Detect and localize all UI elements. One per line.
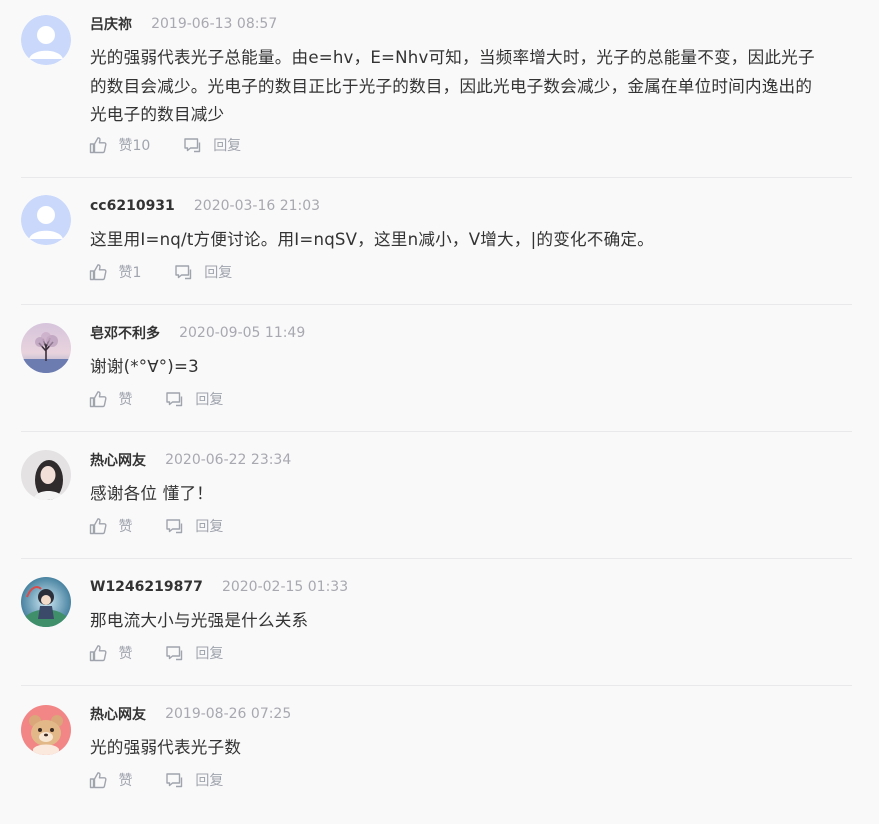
divider: [21, 304, 852, 305]
comment-bubble-icon: [166, 392, 183, 407]
comment-bubble-icon: [184, 138, 200, 153]
like-label: 赞10: [118, 138, 151, 154]
like-label: 赞: [118, 646, 133, 662]
divider: [21, 177, 852, 178]
comment-timestamp: 2019-06-13 08:57: [151, 15, 278, 32]
reply-button[interactable]: 回复: [165, 516, 223, 536]
like-button[interactable]: 赞: [89, 389, 132, 409]
comment-timestamp: 2020-09-05 11:49: [179, 324, 306, 341]
reply-button[interactable]: 回复: [165, 770, 223, 790]
comment-text-line: 这里用I=nq/t方便讨论。用I=nqSV，这里n减小，V增大，|的变化不确定。: [90, 230, 654, 249]
comment-bubble-icon: [166, 519, 183, 534]
comment-text-line: 光电子的数目减少: [90, 105, 225, 124]
reply-label: 回复: [195, 519, 224, 535]
comment-bubble-icon: [166, 646, 183, 661]
username[interactable]: W1246219877: [90, 579, 203, 595]
reply-label: 回复: [213, 138, 242, 154]
comment-text-line: 感谢各位 懂了！: [90, 484, 214, 503]
like-button[interactable]: 赞: [89, 770, 132, 790]
like-button[interactable]: 赞: [89, 643, 132, 663]
comment-text-line: 的数目会减少。光电子的数目正比于光子的数目，因此光电子数会减少，金属在单位时间内…: [90, 76, 813, 96]
thumbs-up-icon: [89, 391, 107, 408]
comment-text: 感谢各位 懂了！: [90, 480, 856, 509]
like-label: 赞1: [118, 265, 142, 281]
reply-button[interactable]: 回复: [174, 262, 232, 282]
reply-label: 回复: [195, 773, 224, 789]
thumbs-up-icon: [89, 645, 107, 662]
reply-button[interactable]: 回复: [165, 643, 223, 663]
divider: [21, 431, 852, 432]
tree-photo-avatar[interactable]: [21, 323, 71, 373]
comment-list: 吕庆祢 2019-06-13 08:57 光的强弱代表光子总能量。由e=hv，E…: [0, 0, 879, 824]
comment-timestamp: 2020-02-15 01:33: [221, 578, 349, 595]
comment-text: 那电流大小与光强是什么关系: [90, 607, 856, 636]
default-avatar-icon[interactable]: [21, 195, 71, 245]
reply-label: 回复: [195, 392, 224, 408]
comment-text: 光的强弱代表光子数: [90, 734, 856, 763]
comment-timestamp: 2020-06-22 23:34: [165, 451, 292, 468]
like-label: 赞: [118, 392, 133, 408]
comment-bubble-icon: [166, 773, 183, 788]
comment-timestamp: 2020-03-16 21:03: [193, 197, 321, 214]
comment-text-line: 谢谢(*°∀°)=3: [90, 357, 199, 376]
username[interactable]: 热心网友: [90, 704, 146, 724]
username[interactable]: 皂邓不利多: [90, 323, 160, 343]
comment-text-line: 光的强弱代表光子总能量。由e=hv，E=Nhv可知，当频率增大时，光子的总能量不…: [90, 48, 815, 67]
like-label: 赞: [118, 519, 133, 535]
comment-text: 光的强弱代表光子总能量。由e=hv，E=Nhv可知，当频率增大时，光子的总能量不…: [90, 44, 856, 130]
comment-text: 这里用I=nq/t方便讨论。用I=nqSV，这里n减小，V增大，|的变化不确定。: [90, 226, 856, 255]
like-button[interactable]: 赞: [89, 516, 132, 536]
comment-text-line: 那电流大小与光强是什么关系: [90, 611, 309, 630]
comment-timestamp: 2019-08-26 07:25: [165, 705, 292, 722]
username[interactable]: cc6210931: [90, 198, 175, 214]
username[interactable]: 热心网友: [90, 450, 146, 470]
thumbs-up-icon: [89, 772, 107, 789]
reply-button[interactable]: 回复: [165, 389, 223, 409]
divider: [21, 558, 852, 559]
like-button[interactable]: 赞1: [89, 262, 141, 282]
like-label: 赞: [118, 773, 133, 789]
thumbs-up-icon: [89, 137, 107, 154]
default-avatar-icon[interactable]: [21, 15, 71, 65]
anime-character-avatar[interactable]: [21, 577, 71, 627]
comment-bubble-icon: [175, 265, 192, 280]
divider: [21, 685, 852, 686]
portrait-photo-avatar[interactable]: [21, 450, 71, 500]
cartoon-bear-avatar[interactable]: [21, 705, 71, 755]
reply-button[interactable]: 回复: [183, 135, 241, 155]
like-button[interactable]: 赞10: [89, 135, 150, 155]
thumbs-up-icon: [89, 518, 107, 535]
reply-label: 回复: [195, 646, 224, 662]
username[interactable]: 吕庆祢: [90, 14, 132, 34]
comment-text-line: 光的强弱代表光子数: [90, 738, 242, 757]
thumbs-up-icon: [89, 264, 107, 281]
comment-text: 谢谢(*°∀°)=3: [90, 353, 856, 382]
reply-label: 回复: [204, 265, 233, 281]
